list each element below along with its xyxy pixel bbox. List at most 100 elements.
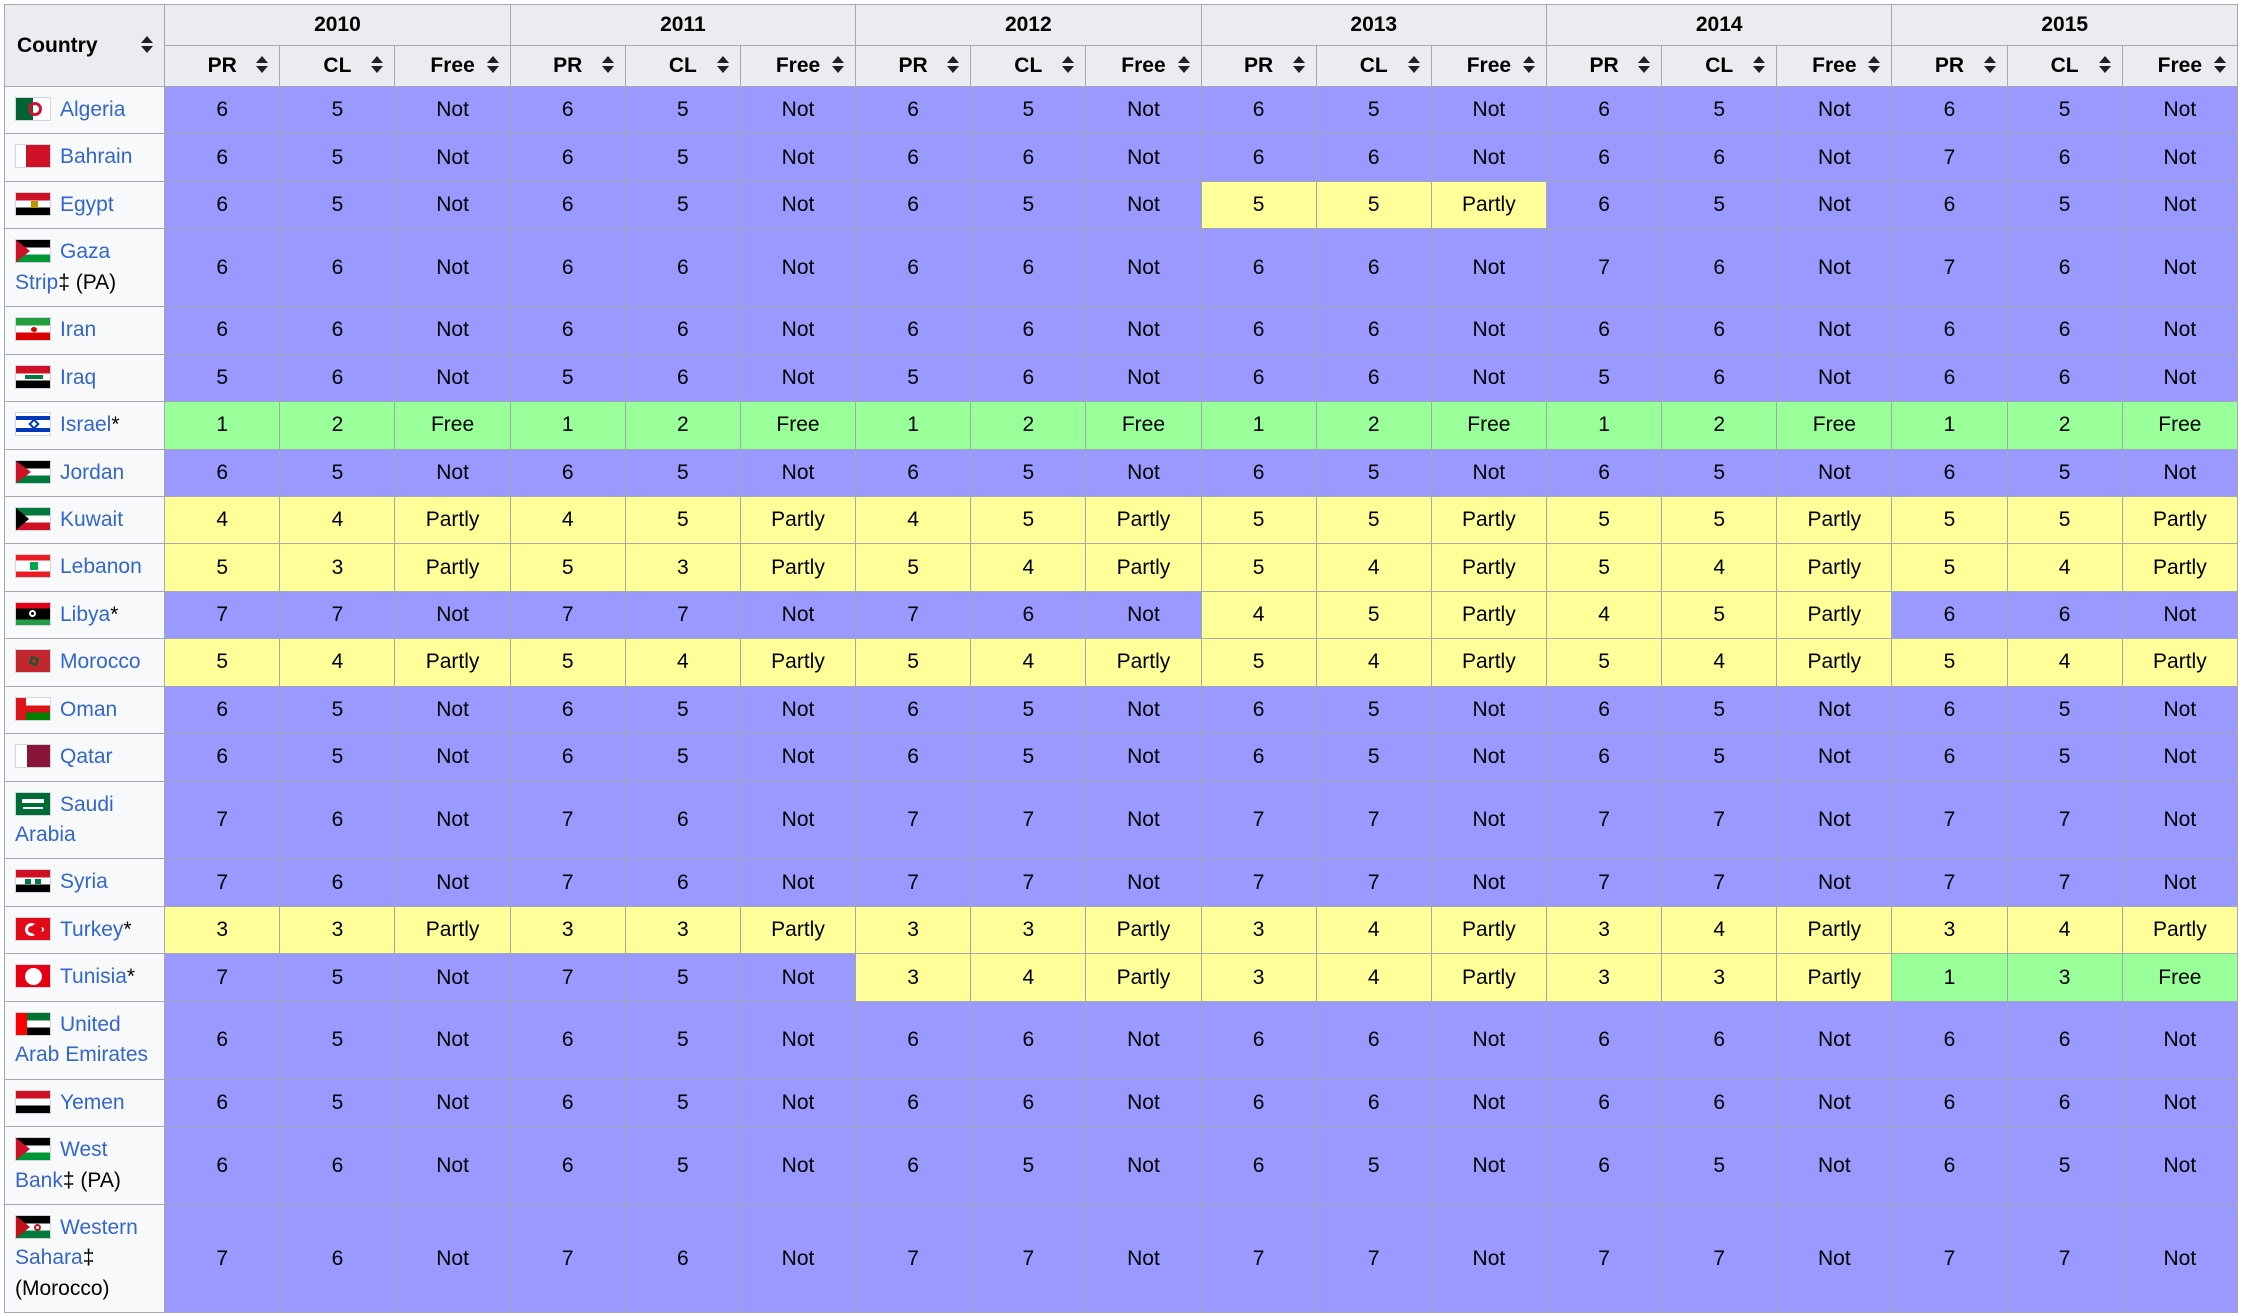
country-cell-oman[interactable]: Oman — [3, 685, 166, 735]
cell-2010-cl: 5 — [279, 133, 396, 182]
column-header-2015-free[interactable]: Free — [2121, 45, 2239, 87]
column-header-country[interactable]: Country — [3, 4, 166, 87]
sort-icon-2014-cl[interactable] — [1752, 56, 1766, 76]
sort-icon-2015-free[interactable] — [2213, 56, 2227, 76]
column-header-2014-pr[interactable]: PR — [1545, 45, 1663, 87]
flag-algeria-icon — [15, 97, 51, 121]
column-header-2010-pr[interactable]: PR — [164, 45, 281, 87]
column-header-2010-cl[interactable]: CL — [279, 45, 396, 87]
year-header-2012: 2012 — [855, 4, 1202, 46]
sort-icon-2015-cl[interactable] — [2098, 56, 2112, 76]
cell-2013-free: Partly — [1430, 590, 1547, 640]
sort-icon-2011-free[interactable] — [831, 56, 845, 76]
cell-2012-free: Not — [1085, 353, 1202, 403]
country-cell-kuwait[interactable]: Kuwait — [3, 495, 166, 545]
sort-icon-2013-pr[interactable] — [1292, 56, 1306, 76]
column-header-2013-pr[interactable]: PR — [1200, 45, 1317, 87]
country-cell-yemen[interactable]: Yemen — [3, 1078, 166, 1128]
sort-icon-country[interactable] — [140, 35, 154, 56]
column-header-2010-free[interactable]: Free — [394, 45, 511, 87]
flag-kuwait-icon — [15, 506, 51, 531]
sort-icon-2015-pr[interactable] — [1983, 56, 1997, 76]
country-cell-lebanon[interactable]: Lebanon — [3, 543, 166, 592]
cell-2012-cl: 6 — [970, 590, 1087, 640]
cell-2010-cl: 5 — [279, 1000, 396, 1080]
country-name-suffix: * — [123, 917, 132, 941]
column-header-2014-free[interactable]: Free — [1776, 45, 1893, 87]
country-cell-western-sahara[interactable]: Western Sahara‡ (Morocco) — [3, 1203, 166, 1313]
sort-icon-2011-pr[interactable] — [601, 56, 615, 76]
column-header-label: PR — [1934, 54, 1965, 77]
flag-turkey-icon — [15, 916, 51, 941]
sort-icon-2011-cl[interactable] — [716, 56, 730, 76]
cell-2015-cl: 6 — [2006, 306, 2123, 355]
country-cell-united-arab-emirates[interactable]: United Arab Emirates — [3, 1000, 166, 1080]
cell-2012-free: Not — [1085, 1078, 1202, 1128]
column-header-2013-cl[interactable]: CL — [1315, 45, 1432, 87]
column-header-2015-cl[interactable]: CL — [2006, 45, 2123, 87]
sort-icon-2012-free[interactable] — [1177, 56, 1191, 76]
country-cell-jordan[interactable]: Jordan — [3, 448, 166, 497]
column-header-2011-free[interactable]: Free — [739, 45, 857, 87]
country-cell-morocco[interactable]: Morocco — [3, 638, 166, 687]
cell-2013-cl: 5 — [1315, 733, 1432, 782]
column-header-2012-pr[interactable]: PR — [855, 45, 972, 87]
country-cell-bahrain[interactable]: Bahrain — [3, 133, 166, 182]
country-cell-west-bank[interactable]: West Bank‡ (PA) — [3, 1126, 166, 1205]
sort-icon-2010-pr[interactable] — [255, 56, 269, 76]
cell-2010-free: Not — [394, 1078, 511, 1128]
cell-2014-pr: 5 — [1545, 495, 1663, 545]
country-cell-saudi-arabia[interactable]: Saudi Arabia — [3, 780, 166, 860]
column-header-2011-cl[interactable]: CL — [624, 45, 741, 87]
column-header-2012-free[interactable]: Free — [1085, 45, 1202, 87]
country-name-suffix: ‡ (PA) — [58, 270, 117, 294]
sort-icon-2010-free[interactable] — [486, 56, 500, 76]
country-cell-egypt[interactable]: Egypt — [3, 180, 166, 230]
flag-jordan-icon — [15, 459, 51, 484]
cell-2014-cl: 6 — [1661, 1078, 1778, 1128]
cell-2013-cl: 7 — [1315, 780, 1432, 860]
cell-2014-free: Partly — [1776, 905, 1893, 955]
table-row: Algeria 6 5 Not 6 5 Not 6 5 Not 6 5 Not 6 5 Not 6 5 Not — [3, 85, 2239, 135]
column-header-2012-cl[interactable]: CL — [970, 45, 1087, 87]
flag-iraq-icon — [15, 364, 51, 389]
column-header-label: CL — [2050, 54, 2079, 77]
cell-2011-free: Not — [739, 733, 857, 782]
cell-2011-cl: 7 — [624, 590, 741, 640]
cell-2015-free: Free — [2121, 401, 2239, 450]
sort-icon-2010-cl[interactable] — [370, 56, 384, 76]
country-cell-israel[interactable]: Israel* — [3, 401, 166, 450]
cell-2012-pr: 6 — [855, 306, 972, 355]
sort-icon-2012-pr[interactable] — [946, 56, 960, 76]
sort-icon-2014-pr[interactable] — [1637, 56, 1651, 76]
cell-2011-free: Partly — [739, 543, 857, 592]
column-header-2014-cl[interactable]: CL — [1661, 45, 1778, 87]
column-header-2015-pr[interactable]: PR — [1891, 45, 2008, 87]
sort-icon-2012-cl[interactable] — [1061, 56, 1075, 76]
country-cell-tunisia[interactable]: Tunisia* — [3, 953, 166, 1002]
cell-2013-free: Not — [1430, 1126, 1547, 1205]
country-cell-turkey[interactable]: Turkey* — [3, 905, 166, 955]
country-cell-gaza-strip[interactable]: Gaza Strip‡ (PA) — [3, 228, 166, 308]
cell-2014-free: Not — [1776, 1203, 1893, 1313]
cell-2015-cl: 5 — [2006, 85, 2123, 135]
sort-icon-2014-free[interactable] — [1867, 56, 1881, 76]
column-header-label: Free — [1812, 54, 1857, 77]
column-header-2013-free[interactable]: Free — [1430, 45, 1547, 87]
country-name: Morocco — [60, 650, 141, 674]
cell-2010-pr: 6 — [164, 1126, 281, 1205]
country-cell-libya[interactable]: Libya* — [3, 590, 166, 640]
cell-2012-pr: 6 — [855, 133, 972, 182]
country-cell-iran[interactable]: Iran — [3, 306, 166, 355]
cell-2013-free: Not — [1430, 133, 1547, 182]
country-cell-iraq[interactable]: Iraq — [3, 353, 166, 403]
sort-icon-2013-free[interactable] — [1522, 56, 1536, 76]
column-header-2011-pr[interactable]: PR — [509, 45, 626, 87]
country-cell-qatar[interactable]: Qatar — [3, 733, 166, 782]
country-cell-algeria[interactable]: Algeria — [3, 85, 166, 135]
table-row: Syria 7 6 Not 7 6 Not 7 7 Not 7 7 Not 7 7 Not 7 7 Not — [3, 858, 2239, 907]
cell-2015-pr: 6 — [1891, 685, 2008, 735]
sort-icon-2013-cl[interactable] — [1407, 56, 1421, 76]
country-cell-syria[interactable]: Syria — [3, 858, 166, 907]
country-name: Israel — [60, 413, 112, 437]
